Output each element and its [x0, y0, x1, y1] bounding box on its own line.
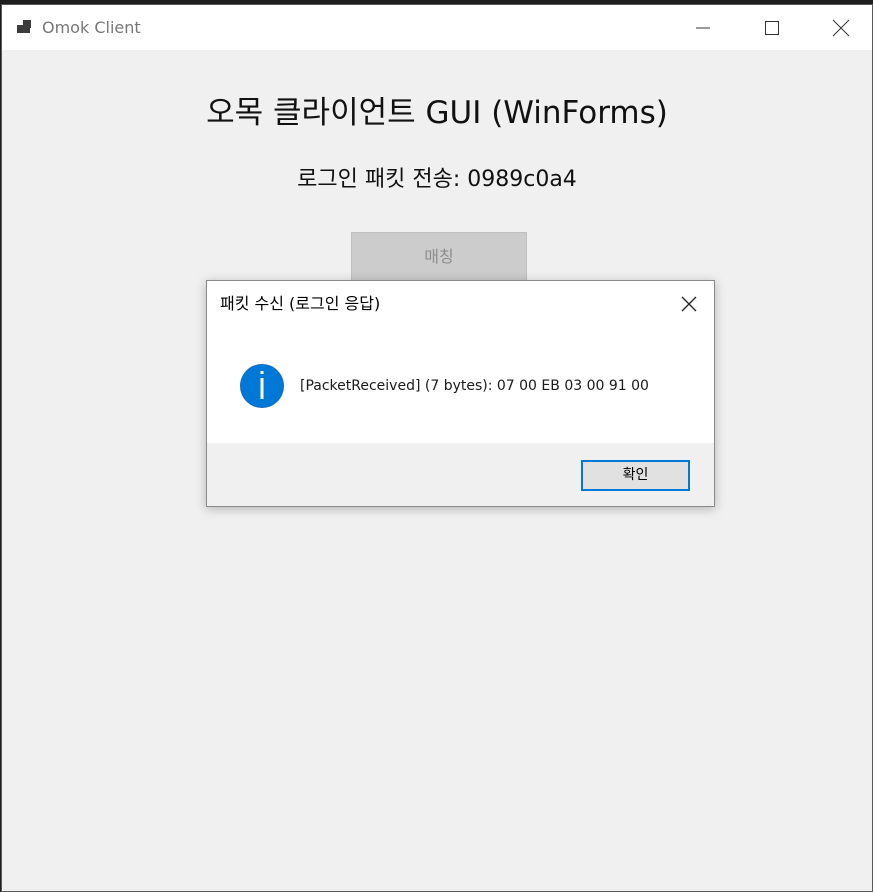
page-title: 오목 클라이언트 GUI (WinForms): [206, 95, 668, 131]
minimize-icon: [696, 27, 710, 28]
close-button[interactable]: [806, 5, 873, 50]
login-status-label: 로그인 패킷 전송: 0989c0a4: [297, 167, 577, 192]
app-icon: [17, 20, 31, 33]
ok-button[interactable]: 확인: [581, 460, 690, 491]
dialog-footer: 확인: [207, 443, 714, 506]
dialog-title: 패킷 수신 (로그인 응답): [220, 294, 381, 313]
dialog-message: [PacketReceived] (7 bytes): 07 00 EB 03 …: [300, 378, 649, 394]
maximize-button[interactable]: [737, 5, 807, 50]
dialog-close-button[interactable]: [674, 289, 704, 319]
window-title: Omok Client: [42, 18, 141, 37]
minimize-button[interactable]: [668, 5, 738, 50]
info-icon: [240, 364, 284, 408]
close-icon: [681, 296, 697, 312]
message-dialog: 패킷 수신 (로그인 응답) [PacketReceived] (7 bytes…: [206, 280, 715, 507]
title-bar[interactable]: Omok Client: [2, 5, 872, 50]
main-window: Omok Client 오목 클라이언트 GUI (WinForms) 로그인 …: [1, 4, 873, 892]
maximize-icon: [765, 20, 779, 35]
match-button[interactable]: 매칭: [351, 232, 527, 282]
close-icon: [832, 19, 850, 36]
